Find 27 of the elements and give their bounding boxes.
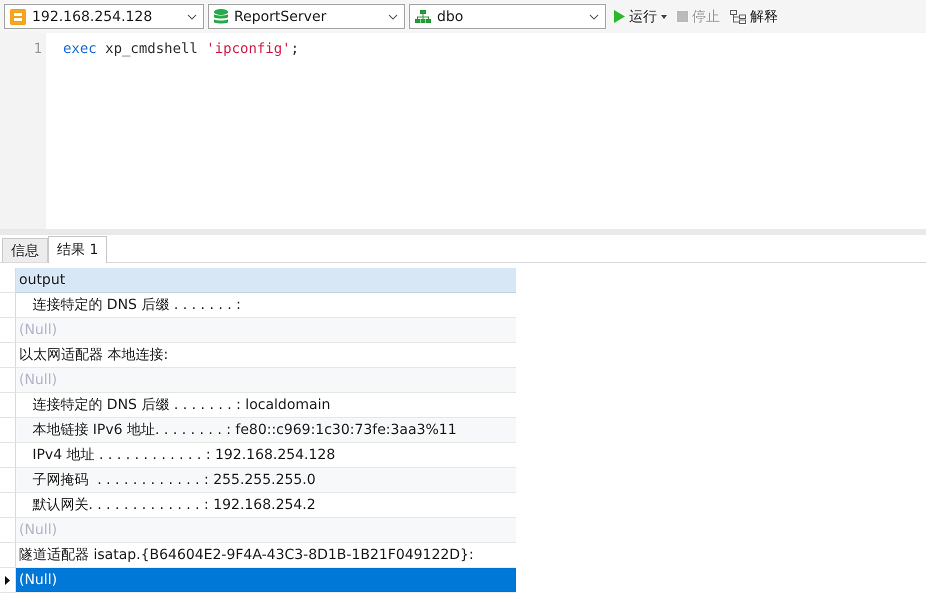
chevron-down-icon xyxy=(187,14,197,20)
database-dropdown[interactable]: ReportServer xyxy=(208,4,405,29)
database-icon xyxy=(214,8,228,24)
chevron-down-icon xyxy=(589,14,599,20)
run-button[interactable]: 运行 xyxy=(610,4,670,29)
null-cell[interactable]: (Null) xyxy=(16,568,516,593)
explain-button[interactable]: 解释 xyxy=(727,4,781,29)
table-cell[interactable]: 本地链接 IPv6 地址. . . . . . . . : fe80::c969:1c30:73fe:3aa3%11 xyxy=(16,418,516,443)
hierarchy-icon xyxy=(415,10,431,24)
row-pointer-icon xyxy=(5,576,10,584)
result-tab[interactable]: 信息 xyxy=(2,238,48,262)
column-header[interactable]: output xyxy=(16,268,516,293)
line-number: 1 xyxy=(34,40,42,59)
caret-icon xyxy=(661,14,667,18)
schema-dropdown[interactable]: dbo xyxy=(409,4,606,29)
result-tab[interactable]: 结果 1 xyxy=(48,236,108,263)
server-icon xyxy=(10,8,26,24)
sql-code: xp_cmdshell xyxy=(104,40,199,59)
sql-code: ; xyxy=(290,40,300,59)
chevron-down-icon xyxy=(388,14,398,20)
play-icon xyxy=(613,10,625,23)
stop-icon xyxy=(677,11,688,22)
connection-dropdown[interactable]: 192.168.254.128 xyxy=(4,4,204,29)
sql-keyword: exec xyxy=(63,40,97,59)
tree-icon xyxy=(730,10,746,24)
table-cell[interactable]: 子网掩码 . . . . . . . . . . . . : 255.255.255.0 xyxy=(16,468,516,493)
sql-string: 'ipconfig' xyxy=(206,40,291,59)
